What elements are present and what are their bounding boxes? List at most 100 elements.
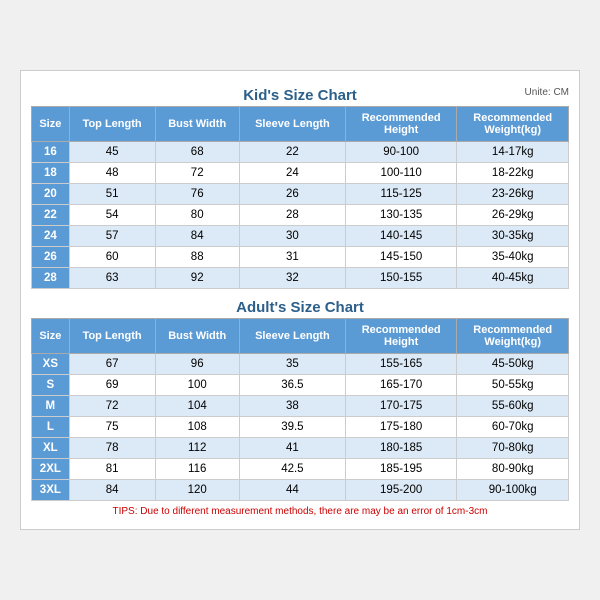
adults-col-bust-width: Bust Width [155,319,239,354]
data-cell: 41 [239,438,345,459]
data-cell: 78 [69,438,155,459]
size-cell: 22 [32,205,70,226]
data-cell: 45-50kg [457,354,569,375]
data-cell: 51 [69,184,155,205]
table-row: XS679635155-16545-50kg [32,354,569,375]
size-cell: 26 [32,247,70,268]
data-cell: 80 [155,205,239,226]
data-cell: 145-150 [345,247,457,268]
data-cell: 50-55kg [457,375,569,396]
size-cell: 24 [32,226,70,247]
size-cell: M [32,396,70,417]
data-cell: 115-125 [345,184,457,205]
adults-col-rec-height: RecommendedHeight [345,319,457,354]
data-cell: 72 [155,163,239,184]
data-cell: 68 [155,142,239,163]
kids-col-sleeve-length: Sleeve Length [239,107,345,142]
size-cell: 28 [32,268,70,289]
table-row: 3XL8412044195-20090-100kg [32,480,569,501]
kids-col-bust-width: Bust Width [155,107,239,142]
table-row: 1645682290-10014-17kg [32,142,569,163]
table-row: 28639232150-15540-45kg [32,268,569,289]
data-cell: 14-17kg [457,142,569,163]
table-row: XL7811241180-18570-80kg [32,438,569,459]
kids-table-body: 1645682290-10014-17kg18487224100-11018-2… [32,142,569,289]
size-cell: XL [32,438,70,459]
table-row: S6910036.5165-17050-55kg [32,375,569,396]
data-cell: 60 [69,247,155,268]
kids-col-rec-height: RecommendedHeight [345,107,457,142]
table-row: 18487224100-11018-22kg [32,163,569,184]
data-cell: 55-60kg [457,396,569,417]
kids-header-row: Size Top Length Bust Width Sleeve Length… [32,107,569,142]
data-cell: 175-180 [345,417,457,438]
data-cell: 72 [69,396,155,417]
data-cell: 26 [239,184,345,205]
data-cell: 180-185 [345,438,457,459]
adults-col-size: Size [32,319,70,354]
table-row: 22548028130-13526-29kg [32,205,569,226]
table-row: M7210438170-17555-60kg [32,396,569,417]
data-cell: 96 [155,354,239,375]
data-cell: 81 [69,459,155,480]
data-cell: 22 [239,142,345,163]
kids-unit-label: Unite: CM [525,87,569,98]
size-cell: 2XL [32,459,70,480]
data-cell: 31 [239,247,345,268]
tips-text: TIPS: Due to different measurement metho… [31,501,569,519]
size-cell: XS [32,354,70,375]
data-cell: 84 [155,226,239,247]
data-cell: 76 [155,184,239,205]
data-cell: 130-135 [345,205,457,226]
data-cell: 30 [239,226,345,247]
data-cell: 155-165 [345,354,457,375]
data-cell: 165-170 [345,375,457,396]
data-cell: 112 [155,438,239,459]
data-cell: 100 [155,375,239,396]
data-cell: 75 [69,417,155,438]
data-cell: 35 [239,354,345,375]
adults-size-table: Size Top Length Bust Width Sleeve Length… [31,318,569,501]
data-cell: 92 [155,268,239,289]
data-cell: 48 [69,163,155,184]
data-cell: 90-100 [345,142,457,163]
data-cell: 24 [239,163,345,184]
data-cell: 28 [239,205,345,226]
data-cell: 45 [69,142,155,163]
data-cell: 60-70kg [457,417,569,438]
data-cell: 39.5 [239,417,345,438]
data-cell: 35-40kg [457,247,569,268]
size-cell: S [32,375,70,396]
kids-col-rec-weight: RecommendedWeight(kg) [457,107,569,142]
data-cell: 23-26kg [457,184,569,205]
kids-size-table: Size Top Length Bust Width Sleeve Length… [31,106,569,289]
adults-section-title: Adult's Size Chart [31,293,569,318]
adults-title-text: Adult's Size Chart [236,299,364,316]
chart-container: Kid's Size Chart Unite: CM Size Top Leng… [20,70,580,530]
data-cell: 63 [69,268,155,289]
data-cell: 32 [239,268,345,289]
data-cell: 100-110 [345,163,457,184]
data-cell: 195-200 [345,480,457,501]
table-row: 20517626115-12523-26kg [32,184,569,205]
data-cell: 30-35kg [457,226,569,247]
data-cell: 18-22kg [457,163,569,184]
data-cell: 69 [69,375,155,396]
kids-section-title: Kid's Size Chart Unite: CM [31,81,569,106]
size-cell: 20 [32,184,70,205]
data-cell: 108 [155,417,239,438]
data-cell: 67 [69,354,155,375]
adults-col-sleeve-length: Sleeve Length [239,319,345,354]
data-cell: 104 [155,396,239,417]
adults-col-top-length: Top Length [69,319,155,354]
kids-col-size: Size [32,107,70,142]
data-cell: 185-195 [345,459,457,480]
data-cell: 40-45kg [457,268,569,289]
table-row: L7510839.5175-18060-70kg [32,417,569,438]
data-cell: 42.5 [239,459,345,480]
data-cell: 116 [155,459,239,480]
table-row: 26608831145-15035-40kg [32,247,569,268]
adults-header-row: Size Top Length Bust Width Sleeve Length… [32,319,569,354]
size-cell: 16 [32,142,70,163]
data-cell: 150-155 [345,268,457,289]
